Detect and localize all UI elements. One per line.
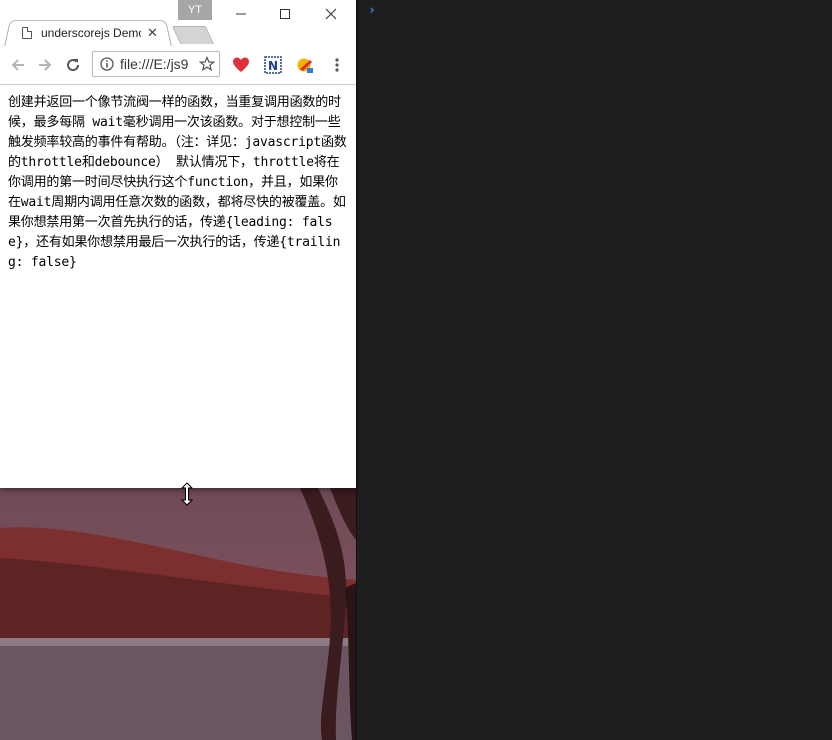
terminal-prompt: ›	[368, 3, 376, 18]
maximize-icon	[280, 9, 290, 19]
maximize-button[interactable]	[262, 2, 308, 26]
minimize-button[interactable]	[218, 2, 264, 26]
tab-title: underscorejs Demo	[41, 26, 141, 40]
close-icon	[325, 8, 337, 20]
browser-window: underscorejs Demo ✕ YT file:///E:/js9 N …	[0, 0, 356, 488]
browser-titlebar[interactable]: underscorejs Demo ✕ YT	[0, 0, 356, 47]
url-text[interactable]: file:///E:/js9	[120, 56, 204, 72]
page-content: 创建并返回一个像节流阀一样的函数，当重复调用函数的时候，最多每隔 wait毫秒调…	[0, 85, 356, 488]
back-button[interactable]	[7, 54, 29, 76]
svg-text:N: N	[268, 59, 278, 73]
wallpaper-image	[0, 488, 356, 740]
tab-content[interactable]: underscorejs Demo ✕	[22, 22, 170, 44]
paint-extension-icon[interactable]	[294, 54, 316, 76]
editor-terminal-panel[interactable]: ›	[356, 0, 832, 740]
new-tab-button[interactable]	[171, 26, 215, 44]
browser-toolbar: file:///E:/js9 N	[0, 46, 356, 85]
address-bar[interactable]: file:///E:/js9	[92, 51, 220, 77]
reload-button[interactable]	[62, 54, 84, 76]
star-icon[interactable]	[198, 55, 216, 76]
n-extension-icon[interactable]: N	[262, 54, 284, 76]
forward-icon	[39, 59, 52, 71]
close-window-button[interactable]	[308, 2, 354, 26]
profile-badge[interactable]: YT	[178, 0, 212, 20]
tab-close-icon[interactable]: ✕	[147, 26, 158, 41]
back-icon	[11, 59, 24, 71]
desktop-wallpaper	[0, 488, 356, 740]
resize-cursor-icon	[181, 482, 193, 506]
throttle-description: 创建并返回一个像节流阀一样的函数，当重复调用函数的时候，最多每隔 wait毫秒调…	[8, 95, 347, 270]
info-icon[interactable]	[100, 57, 114, 71]
page-icon	[22, 27, 32, 39]
menu-icon[interactable]	[326, 54, 348, 76]
reload-icon	[67, 59, 80, 72]
heart-extension-icon[interactable]	[230, 54, 252, 76]
forward-button[interactable]	[34, 54, 56, 76]
minimize-icon	[236, 13, 246, 15]
